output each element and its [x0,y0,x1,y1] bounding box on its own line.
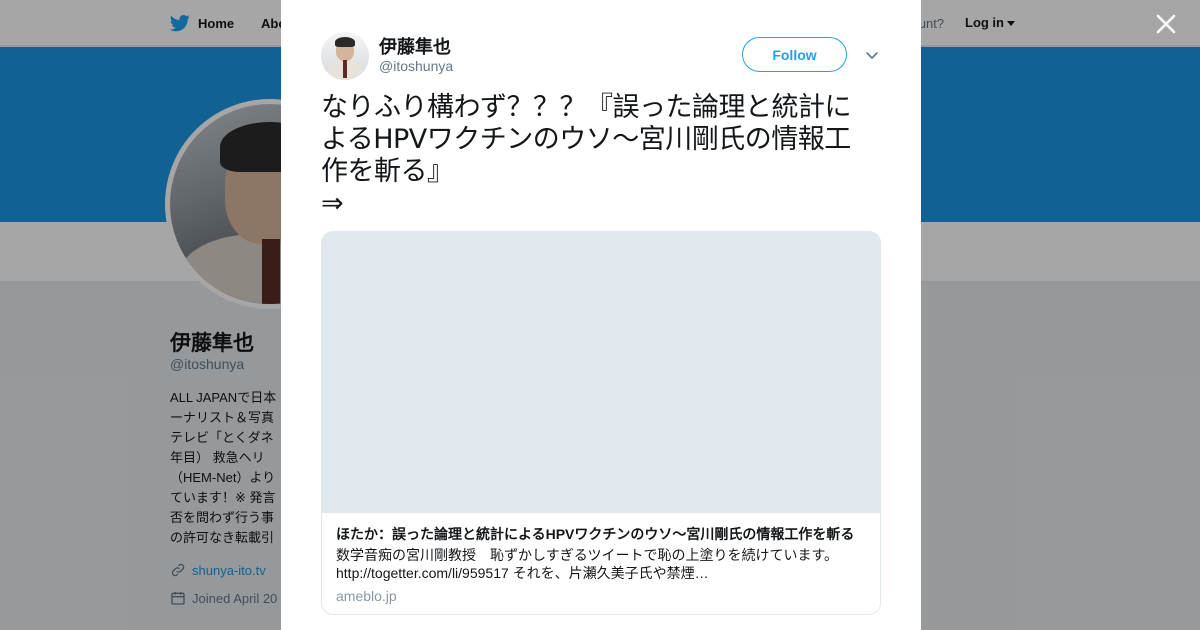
card-domain: ameblo.jp [336,588,397,604]
tweet-modal: 伊藤隼也 @itoshunya Follow なりふり構わず？？？『誤った論理と… [281,0,921,630]
author-name[interactable]: 伊藤隼也 [379,33,451,59]
author-avatar[interactable] [321,32,369,80]
chevron-down-icon[interactable] [864,47,880,63]
author-handle[interactable]: @itoshunya [379,58,453,74]
follow-button[interactable]: Follow [742,37,847,72]
card-title: ほたか：誤った論理と統計によるHPVワクチンのウソ～宮川剛氏の情報工作を斬る [336,526,855,542]
tweet-text-line: 作を斬る』 [321,156,454,187]
link-preview-card[interactable]: ほたか：誤った論理と統計によるHPVワクチンのウソ～宮川剛氏の情報工作を斬る 数… [321,231,881,615]
close-icon [1156,14,1176,34]
tweet-text: なりふり構わず？？？『誤った論理と統計に よるHPVワクチンのウソ～宮川剛氏の情… [321,92,886,220]
card-image [322,232,880,513]
card-description: 数学音痴の宮川剛教授 恥ずかしすぎるツイートで恥の上塗りを続けています。 htt… [336,546,866,582]
close-button[interactable] [1152,10,1180,38]
tweet-text-line: なりふり構わず？？？『誤った論理と統計に [321,92,852,123]
card-description-line: http://togetter.com/li/959517 それを、片瀬久美子氏… [336,565,709,581]
tweet-text-line: ⇒ [321,188,344,219]
tweet-text-line: よるHPVワクチンのウソ～宮川剛氏の情報工 [321,124,851,155]
card-description-line: 数学音痴の宮川剛教授 恥ずかしすぎるツイートで恥の上塗りを続けています。 [336,547,839,563]
